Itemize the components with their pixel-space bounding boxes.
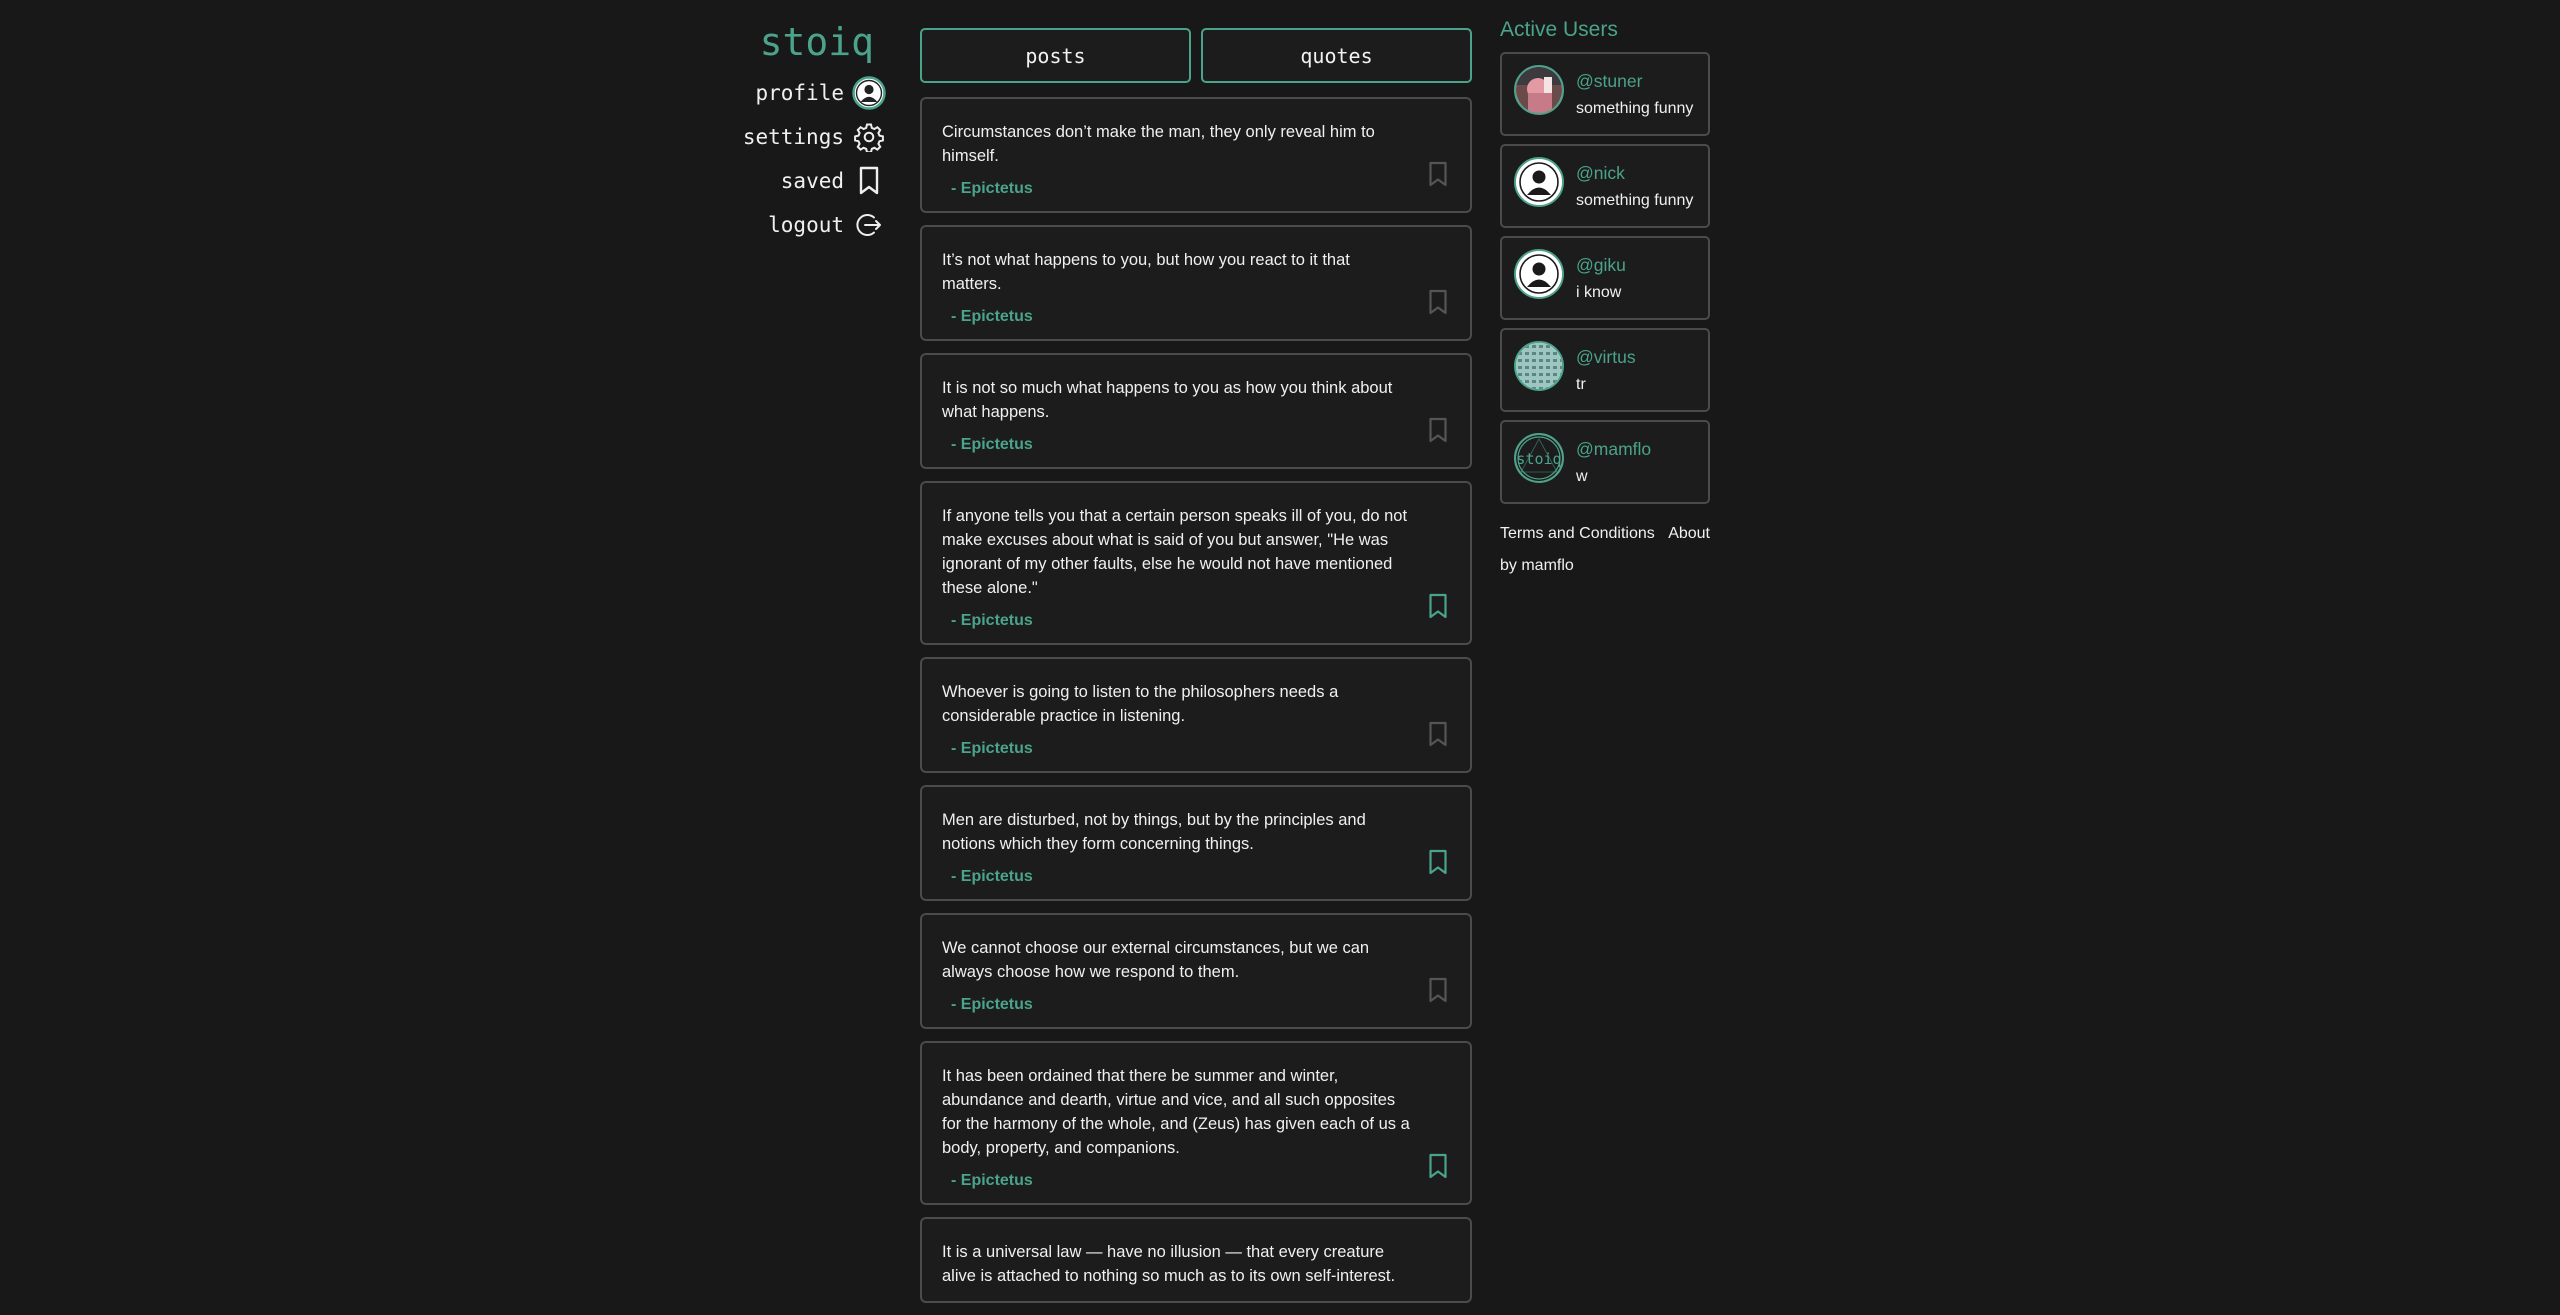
app-logo[interactable]: stoiq bbox=[700, 20, 886, 64]
tab-quotes[interactable]: quotes bbox=[1201, 28, 1472, 83]
bookmark-filled-icon[interactable] bbox=[1428, 849, 1448, 875]
quote-author: - Epictetus bbox=[951, 868, 1033, 885]
main-feed-column: posts quotes Circumstances don’t make th… bbox=[920, 28, 1472, 1315]
footer: Terms and Conditions About by mamflo bbox=[1500, 518, 1710, 582]
about-link[interactable]: About bbox=[1668, 518, 1710, 550]
quote-text: If anyone tells you that a certain perso… bbox=[942, 507, 1408, 597]
bookmark-icon bbox=[852, 164, 886, 198]
quote-feed: Circumstances don’t make the man, they o… bbox=[920, 97, 1472, 1303]
quote-card: It has been ordained that there be summe… bbox=[920, 1041, 1472, 1205]
active-user-info: @stuner something funny bbox=[1576, 65, 1693, 118]
username-link[interactable]: @nick bbox=[1576, 163, 1693, 184]
avatar[interactable] bbox=[1514, 341, 1564, 391]
nav-settings-label: settings bbox=[742, 125, 844, 149]
quote-text: It’s not what happens to you, but how yo… bbox=[942, 251, 1350, 293]
avatar[interactable] bbox=[1514, 249, 1564, 299]
user-status: w bbox=[1576, 468, 1588, 485]
nav-profile-label: profile bbox=[755, 81, 844, 105]
quote-text: We cannot choose our external circumstan… bbox=[942, 939, 1370, 981]
user-status: something funny bbox=[1576, 192, 1694, 209]
bookmark-icon[interactable] bbox=[1428, 161, 1448, 187]
active-user-info: @virtus tr bbox=[1576, 341, 1636, 394]
bookmark-icon[interactable] bbox=[1428, 977, 1448, 1003]
nav-saved[interactable]: saved bbox=[700, 166, 886, 196]
user-status: tr bbox=[1576, 376, 1586, 393]
footer-credit: by mamflo bbox=[1500, 557, 1574, 574]
quote-text: It is not so much what happens to you as… bbox=[942, 379, 1393, 421]
bookmark-filled-icon[interactable] bbox=[1428, 593, 1448, 619]
user-status: i know bbox=[1576, 284, 1622, 301]
nav-profile[interactable]: profile bbox=[700, 76, 886, 110]
quote-card: We cannot choose our external circumstan… bbox=[920, 913, 1472, 1029]
quote-text: It has been ordained that there be summe… bbox=[942, 1067, 1410, 1157]
bookmark-icon[interactable] bbox=[1428, 721, 1448, 747]
avatar[interactable] bbox=[1514, 65, 1564, 115]
nav-logout[interactable]: logout bbox=[700, 210, 886, 240]
terms-link[interactable]: Terms and Conditions bbox=[1500, 518, 1655, 550]
user-status: something funny bbox=[1576, 100, 1694, 117]
active-user-card[interactable]: stoiq @mamflo w bbox=[1500, 420, 1710, 504]
right-sidebar: Active Users @stuner something funny @nick… bbox=[1500, 16, 1710, 582]
quote-text: Whoever is going to listen to the philos… bbox=[942, 683, 1339, 725]
quote-author: - Epictetus bbox=[951, 996, 1033, 1013]
quote-text: It is a universal law — have no illusion… bbox=[942, 1243, 1396, 1285]
quote-card: Whoever is going to listen to the philos… bbox=[920, 657, 1472, 773]
svg-text:stoiq: stoiq bbox=[1516, 450, 1561, 468]
nav-logout-label: logout bbox=[768, 213, 844, 237]
gear-icon bbox=[852, 120, 886, 154]
tab-posts[interactable]: posts bbox=[920, 28, 1191, 83]
bookmark-icon[interactable] bbox=[1428, 417, 1448, 443]
active-user-card[interactable]: @virtus tr bbox=[1500, 328, 1710, 412]
active-users-title: Active Users bbox=[1500, 18, 1618, 41]
nav-settings[interactable]: settings bbox=[700, 122, 886, 152]
avatar[interactable]: stoiq bbox=[1514, 433, 1564, 483]
active-user-card[interactable]: @stuner something funny bbox=[1500, 52, 1710, 136]
active-user-info: @nick something funny bbox=[1576, 157, 1693, 210]
active-user-card[interactable]: @giku i know bbox=[1500, 236, 1710, 320]
username-link[interactable]: @giku bbox=[1576, 255, 1626, 276]
quote-author: - Epictetus bbox=[951, 180, 1033, 197]
bookmark-icon[interactable] bbox=[1428, 289, 1448, 315]
username-link[interactable]: @mamflo bbox=[1576, 439, 1651, 460]
active-user-info: @giku i know bbox=[1576, 249, 1626, 302]
quote-card: It’s not what happens to you, but how yo… bbox=[920, 225, 1472, 341]
quote-text: Circumstances don’t make the man, they o… bbox=[942, 123, 1375, 165]
quote-card: Circumstances don’t make the man, they o… bbox=[920, 97, 1472, 213]
quote-author: - Epictetus bbox=[951, 436, 1033, 453]
active-users-list: @stuner something funny @nick something fun… bbox=[1500, 52, 1710, 504]
quote-author: - Epictetus bbox=[951, 1172, 1033, 1189]
quote-author: - Epictetus bbox=[951, 612, 1033, 629]
profile-icon bbox=[852, 76, 886, 110]
quote-card: Men are disturbed, not by things, but by… bbox=[920, 785, 1472, 901]
quote-text: Men are disturbed, not by things, but by… bbox=[942, 811, 1366, 853]
quote-author: - Epictetus bbox=[951, 740, 1033, 757]
active-user-info: @mamflo w bbox=[1576, 433, 1651, 486]
avatar[interactable] bbox=[1514, 157, 1564, 207]
feed-tabs: posts quotes bbox=[920, 28, 1472, 83]
active-user-card[interactable]: @nick something funny bbox=[1500, 144, 1710, 228]
quote-card: If anyone tells you that a certain perso… bbox=[920, 481, 1472, 645]
bookmark-filled-icon[interactable] bbox=[1428, 1153, 1448, 1179]
username-link[interactable]: @virtus bbox=[1576, 347, 1636, 368]
nav-saved-label: saved bbox=[780, 169, 844, 193]
quote-card: It is a universal law — have no illusion… bbox=[920, 1217, 1472, 1303]
quote-author: - Epictetus bbox=[951, 308, 1033, 325]
quote-card: It is not so much what happens to you as… bbox=[920, 353, 1472, 469]
logout-icon bbox=[852, 208, 886, 242]
left-navigation: stoiq profile settings saved logout bbox=[700, 20, 886, 240]
username-link[interactable]: @stuner bbox=[1576, 71, 1693, 92]
